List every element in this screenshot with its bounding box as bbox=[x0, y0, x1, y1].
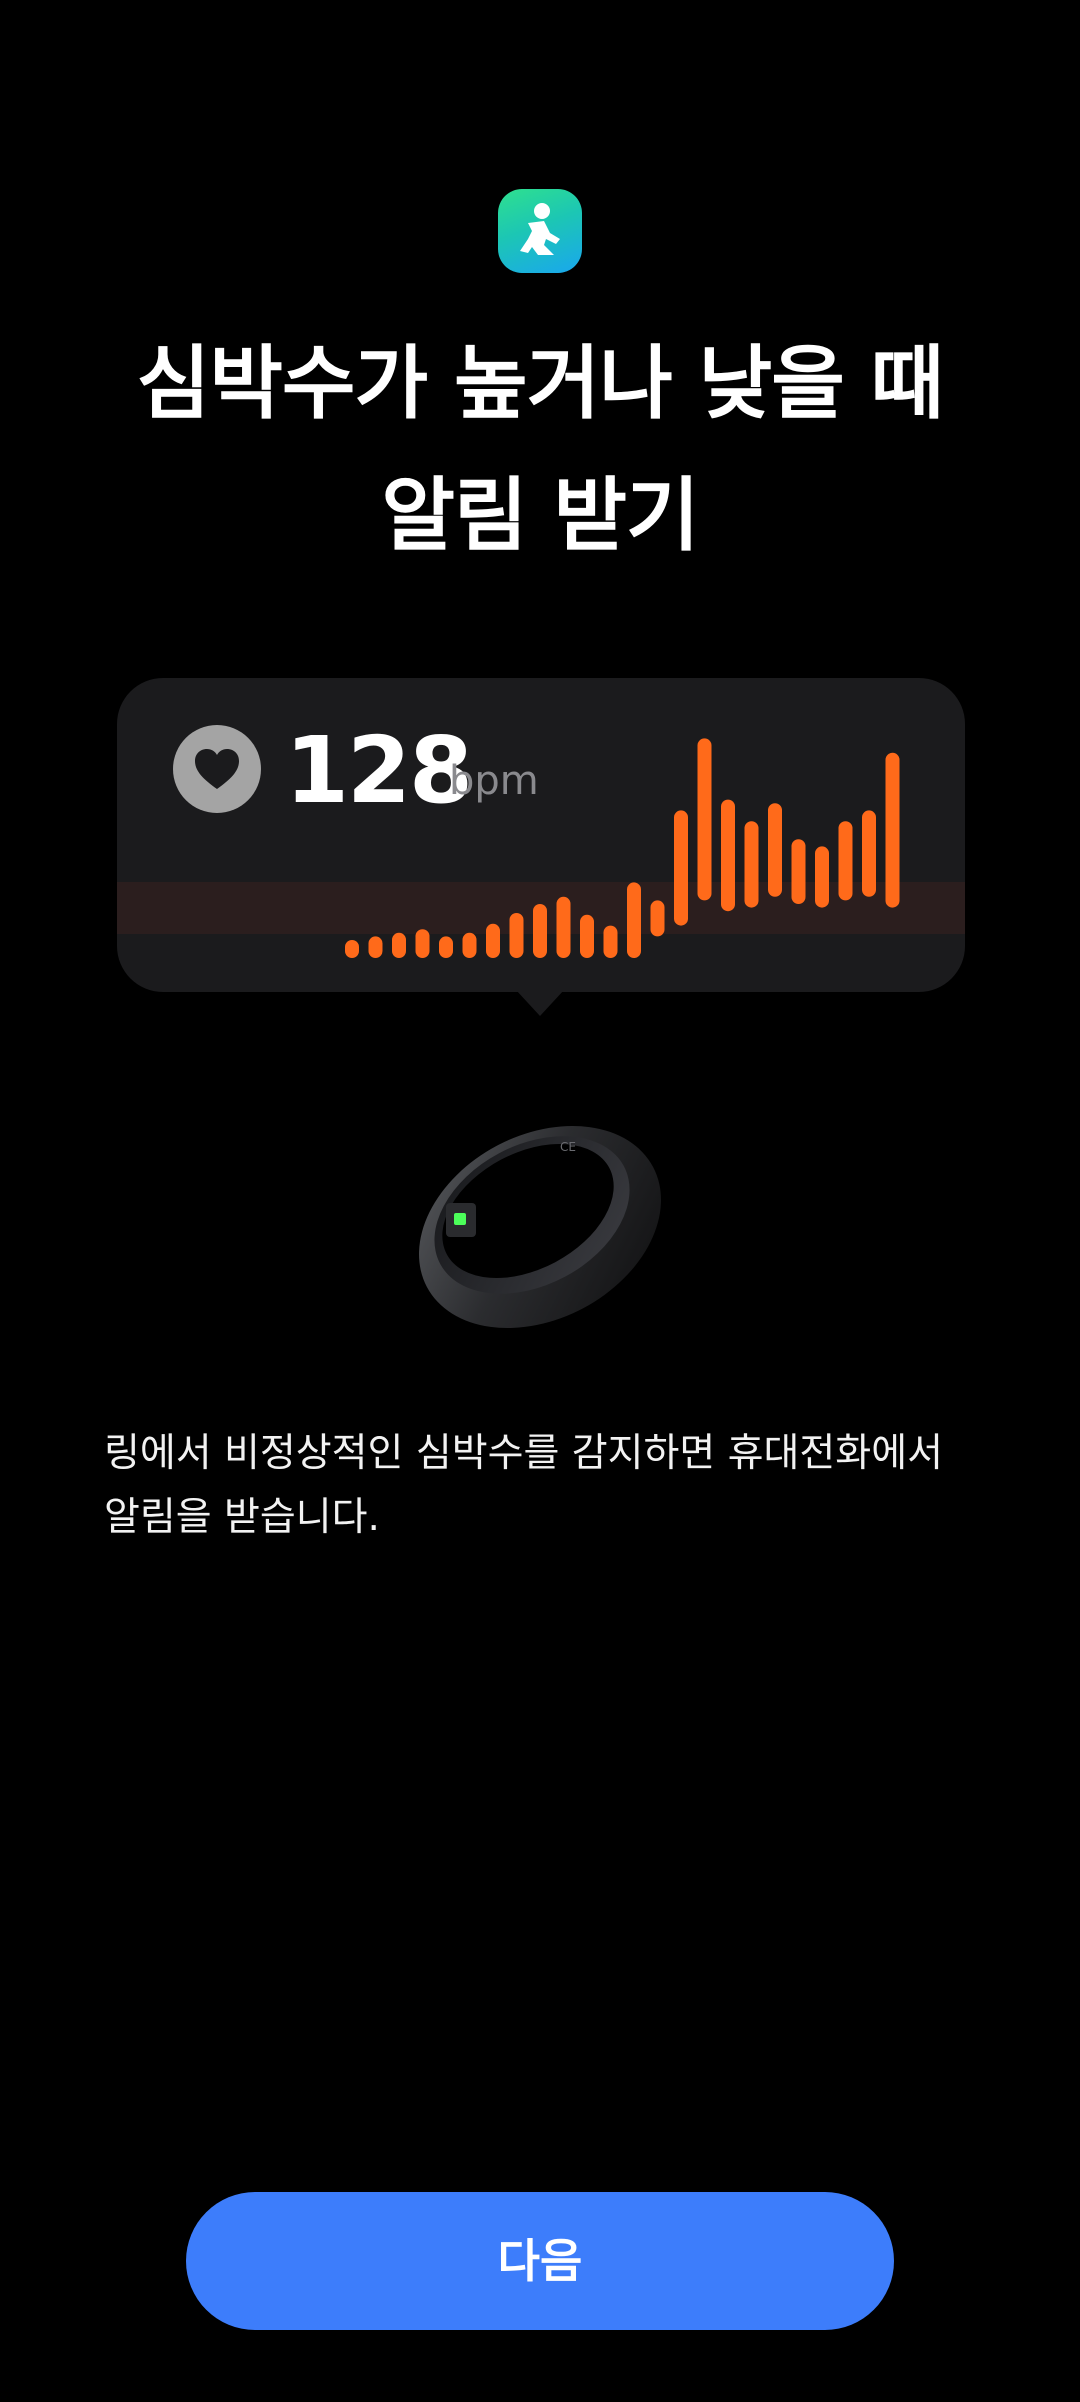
running-figure-icon bbox=[520, 203, 560, 255]
heart-rate-bar bbox=[486, 923, 500, 958]
page-title: 심박수가 높거나 낮을 때 알림 받기 bbox=[60, 318, 1020, 582]
heart-rate-bar bbox=[556, 896, 571, 958]
description-text: 링에서 비정상적인 심박수를 감지하면 휴대전화에서 알림을 받습니다. bbox=[104, 1431, 943, 1540]
heart-rate-bar bbox=[368, 936, 383, 958]
card-pointer bbox=[516, 990, 564, 1016]
heart-rate-bar bbox=[885, 752, 900, 908]
heart-rate-bar bbox=[533, 904, 547, 958]
heart-rate-bar bbox=[674, 810, 688, 926]
heart-rate-bar bbox=[744, 821, 759, 908]
heart-rate-bar bbox=[862, 810, 876, 897]
heart-rate-bar bbox=[627, 882, 641, 958]
heart-rate-bar bbox=[580, 914, 594, 958]
heart-rate-bar bbox=[815, 846, 829, 908]
page-title-line-2: 알림 받기 bbox=[381, 469, 699, 562]
next-button[interactable]: 다음 bbox=[186, 2192, 894, 2330]
heart-rate-bar bbox=[462, 932, 477, 958]
heart-rate-bar bbox=[392, 932, 406, 958]
heart-rate-card: 128 bpm bbox=[117, 678, 965, 992]
heart-rate-bar bbox=[439, 936, 453, 958]
heart-rate-bar bbox=[721, 799, 735, 912]
heart-rate-bar bbox=[768, 803, 782, 897]
heart-rate-bars bbox=[345, 738, 900, 958]
page-title-line-1: 심박수가 높거나 낮을 때 bbox=[136, 337, 945, 430]
heart-rate-bar bbox=[697, 738, 712, 901]
heart-rate-bar bbox=[345, 940, 359, 958]
heart-rate-bar bbox=[509, 913, 524, 958]
samsung-health-app-icon bbox=[498, 189, 582, 273]
heart-rate-bar bbox=[415, 929, 430, 958]
heart-rate-bar bbox=[650, 900, 665, 937]
heart-rate-bar bbox=[603, 925, 618, 958]
galaxy-ring-image: CE bbox=[400, 1095, 680, 1335]
svg-text:CE: CE bbox=[560, 1140, 576, 1154]
heart-rate-bar bbox=[791, 839, 806, 904]
heart-rate-bar bbox=[838, 821, 853, 901]
